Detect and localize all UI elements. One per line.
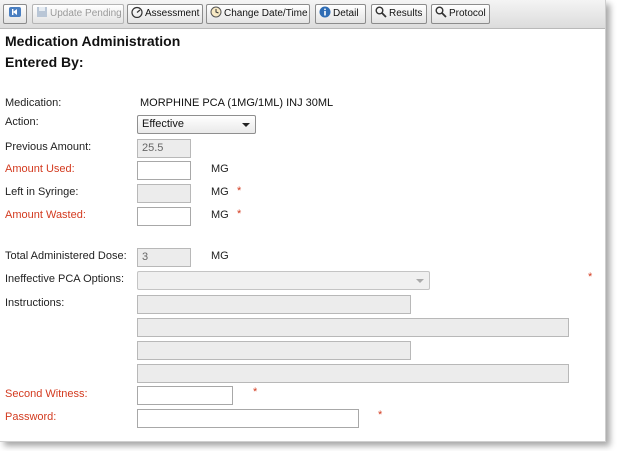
assessment-label: Assessment [145, 8, 200, 19]
password-input[interactable] [137, 409, 359, 428]
info-icon [319, 6, 331, 18]
save-icon [37, 7, 47, 17]
back-arrow-icon [9, 7, 21, 17]
total-dose-label: Total Administered Dose: [5, 250, 127, 262]
required-marker: * [588, 271, 593, 283]
results-button[interactable]: Results [371, 4, 427, 24]
amount-wasted-unit: MG [211, 209, 229, 221]
instructions-line-2 [137, 318, 569, 337]
ineffective-options-select[interactable] [137, 271, 430, 290]
chevron-down-icon [416, 279, 424, 283]
amount-wasted-label: Amount Wasted: [5, 209, 86, 221]
protocol-button[interactable]: Protocol [431, 4, 490, 24]
medication-administration-window: Update Pending Assessment Change Date/Ti… [0, 0, 606, 442]
amount-used-input[interactable] [137, 161, 191, 180]
instructions-line-4 [137, 364, 569, 383]
required-marker: * [237, 185, 242, 197]
page-title: Medication Administration [5, 33, 181, 49]
action-select[interactable]: Effective [137, 115, 256, 134]
total-dose-field: 3 [137, 248, 191, 267]
action-selected-value: Effective [142, 118, 184, 130]
action-label: Action: [5, 116, 39, 128]
back-button[interactable] [3, 4, 27, 24]
instructions-label: Instructions: [5, 297, 65, 309]
update-pending-label: Update Pending [50, 8, 122, 19]
chevron-down-icon [242, 123, 250, 127]
toolbar: Update Pending Assessment Change Date/Ti… [0, 0, 605, 29]
clock-icon [210, 6, 222, 18]
left-in-syringe-unit: MG [211, 186, 229, 198]
left-in-syringe-label: Left in Syringe: [5, 186, 79, 198]
required-marker: * [237, 208, 242, 220]
medication-label: Medication: [5, 97, 62, 109]
entered-by-label: Entered By: [5, 54, 84, 70]
required-marker: * [253, 386, 258, 398]
total-dose-unit: MG [211, 250, 229, 262]
required-marker: * [378, 409, 383, 421]
second-witness-input[interactable] [137, 386, 233, 405]
instructions-line-3 [137, 341, 411, 360]
previous-amount-field: 25.5 [137, 139, 191, 158]
results-label: Results [389, 8, 423, 19]
medication-value: MORPHINE PCA (1MG/1ML) INJ 30ML [140, 97, 334, 109]
gauge-icon [131, 6, 143, 18]
amount-used-unit: MG [211, 163, 229, 175]
magnifier-icon [375, 6, 387, 18]
left-in-syringe-field [137, 184, 191, 203]
protocol-magnifier-icon [435, 6, 447, 18]
protocol-label: Protocol [449, 8, 486, 19]
detail-label: Detail [333, 8, 359, 19]
password-label: Password: [5, 411, 57, 423]
ineffective-options-label: Ineffective PCA Options: [5, 273, 125, 285]
update-pending-button[interactable]: Update Pending [32, 4, 124, 24]
amount-wasted-input[interactable] [137, 207, 191, 226]
detail-button[interactable]: Detail [315, 4, 366, 24]
change-datetime-button[interactable]: Change Date/Time [206, 4, 310, 24]
assessment-button[interactable]: Assessment [127, 4, 203, 24]
amount-used-label: Amount Used: [5, 163, 75, 175]
second-witness-label: Second Witness: [5, 388, 88, 400]
instructions-line-1 [137, 295, 411, 314]
previous-amount-label: Previous Amount: [5, 141, 92, 153]
change-datetime-label: Change Date/Time [224, 8, 308, 19]
